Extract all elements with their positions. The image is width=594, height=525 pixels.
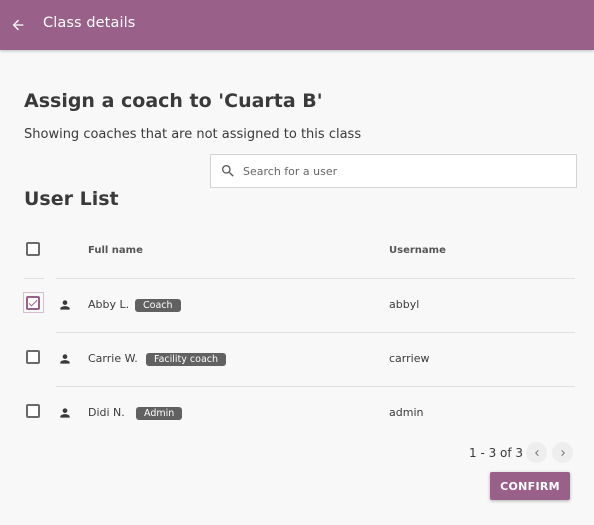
arrow-left-icon bbox=[12, 19, 24, 31]
app-bar-title: Class details bbox=[43, 15, 136, 31]
role-badge: Coach bbox=[135, 299, 181, 312]
person-icon bbox=[60, 354, 70, 364]
row-username: carriew bbox=[389, 352, 430, 365]
row-checkbox[interactable] bbox=[26, 296, 40, 310]
chevron-left-icon bbox=[534, 449, 539, 456]
person-icon bbox=[60, 300, 70, 310]
role-badge: Admin bbox=[136, 407, 183, 420]
column-header-username: Username bbox=[389, 245, 446, 256]
row-divider bbox=[56, 332, 575, 333]
row-checkbox[interactable] bbox=[26, 404, 40, 418]
page-title: Assign a coach to 'Cuarta B' bbox=[24, 90, 323, 112]
search-input[interactable] bbox=[243, 155, 573, 187]
previous-page-button[interactable] bbox=[526, 442, 547, 463]
search-box[interactable] bbox=[210, 154, 577, 188]
chevron-right-icon bbox=[560, 449, 565, 456]
back-button[interactable] bbox=[6, 13, 30, 37]
page-subtext: Showing coaches that are not assigned to… bbox=[24, 127, 362, 142]
row-divider bbox=[56, 278, 575, 279]
column-header-full-name: Full name bbox=[88, 245, 143, 256]
select-all-checkbox[interactable] bbox=[26, 242, 40, 256]
row-full-name: Didi N. bbox=[88, 406, 125, 419]
row-username: abbyl bbox=[389, 298, 420, 311]
search-icon bbox=[222, 165, 234, 177]
next-page-button[interactable] bbox=[552, 442, 573, 463]
user-list-heading: User List bbox=[24, 188, 119, 210]
pagination-text: 1 - 3 of 3 bbox=[469, 446, 524, 460]
row-full-name: Carrie W. bbox=[88, 352, 138, 365]
row-username: admin bbox=[389, 406, 424, 419]
role-badge: Facility coach bbox=[146, 353, 227, 366]
row-divider bbox=[56, 386, 575, 387]
row-full-name: Abby L. bbox=[88, 298, 130, 311]
row-checkbox[interactable] bbox=[26, 350, 40, 364]
confirm-button[interactable]: CONFIRM bbox=[490, 472, 570, 500]
checkmark-icon bbox=[28, 299, 38, 307]
app-bar: Class details bbox=[0, 0, 594, 50]
person-icon bbox=[60, 408, 70, 418]
row-divider bbox=[24, 278, 44, 279]
